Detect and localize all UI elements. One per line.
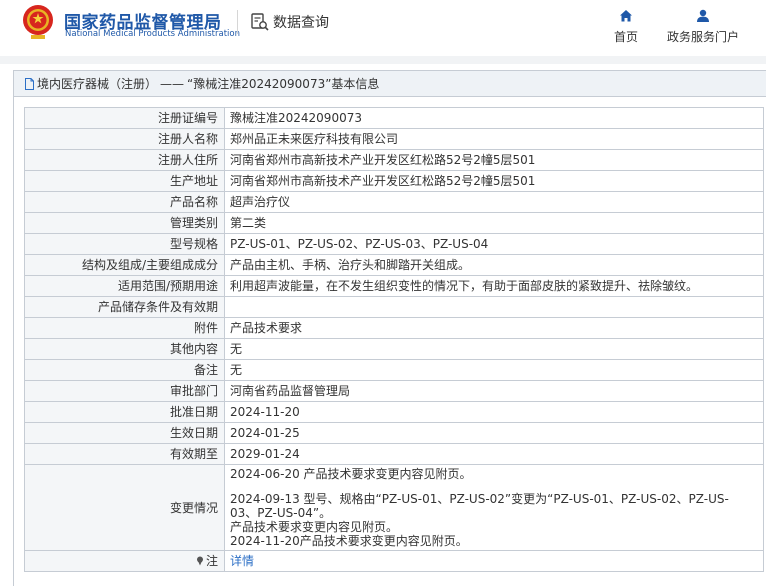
row-label: 变更情况	[24, 464, 225, 551]
row-value: 河南省郑州市高新技术产业开发区红松路52号2幢5层501	[224, 149, 764, 171]
row-label: 注册人住所	[24, 149, 225, 171]
nav-home-label: 首页	[614, 30, 639, 44]
site-header: 国家药品监督管理局 National Medical Products Admi…	[0, 0, 766, 56]
table-row: 有效期至 2029-01-24	[24, 443, 764, 465]
row-value: 产品由主机、手柄、治疗头和脚踏开关组成。	[224, 254, 764, 276]
table-row: 产品储存条件及有效期	[24, 296, 764, 318]
row-value: 2024-11-20	[224, 401, 764, 423]
row-label: 生效日期	[24, 422, 225, 444]
table-row: 结构及组成/主要组成成分 产品由主机、手柄、治疗头和脚踏开关组成。	[24, 254, 764, 276]
table-row: 其他内容无	[24, 338, 764, 360]
nav-service-portal-label: 政务服务门户	[667, 30, 740, 44]
national-emblem-icon	[23, 5, 53, 39]
row-value: 产品技术要求	[224, 317, 764, 339]
data-search-icon	[251, 13, 269, 31]
row-value: PZ-US-01、PZ-US-02、PZ-US-03、PZ-US-04	[224, 233, 764, 255]
nav-home[interactable]: 首页	[614, 8, 638, 45]
change-line-3: 产品技术要求变更内容见附页。	[230, 520, 399, 534]
row-label: 型号规格	[24, 233, 225, 255]
row-value: 河南省郑州市高新技术产业开发区红松路52号2幢5层501	[224, 170, 764, 192]
row-value: 郑州品正未来医疗科技有限公司	[224, 128, 764, 150]
row-label: 备注	[24, 359, 225, 381]
table-row: 注册人名称 郑州品正未来医疗科技有限公司	[24, 128, 764, 150]
row-value: 2029-01-24	[224, 443, 764, 465]
table-row: 管理类别 第二类	[24, 212, 764, 234]
row-label: 管理类别	[24, 212, 225, 234]
row-value: 无	[224, 359, 764, 381]
pin-icon	[196, 556, 203, 566]
change-gap	[230, 481, 755, 492]
table-row: 审批部门 河南省药品监督管理局	[24, 380, 764, 402]
header-band	[0, 56, 766, 64]
note-label-cell: 注	[24, 550, 225, 572]
row-value: 河南省药品监督管理局	[224, 380, 764, 402]
row-value: 第二类	[224, 212, 764, 234]
table-row: 生产地址 河南省郑州市高新技术产业开发区红松路52号2幢5层501	[24, 170, 764, 192]
row-value: 2024-01-25	[224, 422, 764, 444]
row-value	[224, 296, 764, 318]
row-label: 注册证编号	[24, 107, 225, 129]
table-row: 注册证编号 豫械注准20242090073	[24, 107, 764, 129]
registration-info-table: 注册证编号 豫械注准20242090073 注册人名称 郑州品正未来医疗科技有限公司注…	[24, 107, 764, 572]
row-label: 生产地址	[24, 170, 225, 192]
table-row: 注册人住所 河南省郑州市高新技术产业开发区红松路52号2幢5层501	[24, 149, 764, 171]
row-label: 注册人名称	[24, 128, 225, 150]
table-row: 附件 产品技术要求	[24, 317, 764, 339]
table-row: 备注无	[24, 359, 764, 381]
user-icon	[697, 9, 709, 22]
table-row: 型号规格 PZ-US-01、PZ-US-02、PZ-US-03、PZ-US-04	[24, 233, 764, 255]
table-row-note: 注 详情	[24, 550, 764, 572]
row-label: 产品储存条件及有效期	[24, 296, 225, 318]
row-value: 豫械注准20242090073	[224, 107, 764, 129]
table-row: 批准日期 2024-11-20	[24, 401, 764, 423]
table-row: 产品名称 超声治疗仪	[24, 191, 764, 213]
row-label: 适用范围/预期用途	[24, 275, 225, 297]
panel-title-text: “豫械注准20242090073”基本信息	[187, 77, 380, 91]
breadcrumb-dash: ——	[160, 76, 185, 91]
change-line-4: 2024-11-20产品技术要求变更内容见附页。	[230, 534, 468, 548]
table-row-changes: 变更情况 2024-06-20 产品技术要求变更内容见附页。 2024-09-1…	[24, 464, 764, 551]
row-value: 无	[224, 338, 764, 360]
details-link[interactable]: 详情	[230, 554, 254, 568]
document-icon	[25, 77, 34, 90]
breadcrumb-category-link[interactable]: 境内医疗器械（注册）	[37, 75, 157, 92]
row-label: 其他内容	[24, 338, 225, 360]
row-label: 结构及组成/主要组成成分	[24, 254, 225, 276]
logo-title-en[interactable]: National Medical Products Administration	[65, 29, 240, 39]
note-value: 详情	[224, 550, 764, 572]
change-line-1: 2024-06-20 产品技术要求变更内容见附页。	[230, 467, 472, 481]
changes-value: 2024-06-20 产品技术要求变更内容见附页。 2024-09-13 型号、…	[224, 464, 764, 551]
detail-panel: 境内医疗器械（注册） —— “豫械注准20242090073”基本信息 注册证编…	[13, 70, 766, 586]
table-row: 生效日期 2024-01-25	[24, 422, 764, 444]
row-label: 产品名称	[24, 191, 225, 213]
panel-title-bar: 境内医疗器械（注册） —— “豫械注准20242090073”基本信息	[14, 71, 766, 97]
change-line-2: 2024-09-13 型号、规格由“PZ-US-01、PZ-US-02”变更为“…	[230, 492, 729, 520]
row-label: 审批部门	[24, 380, 225, 402]
home-icon	[620, 10, 632, 22]
row-label: 附件	[24, 317, 225, 339]
data-query-link[interactable]: 数据查询	[250, 10, 329, 34]
data-query-label: 数据查询	[273, 15, 329, 31]
row-value: 利用超声波能量，在不发生组织变性的情况下，有助于面部皮肤的紧致提升、祛除皱纹。	[224, 275, 764, 297]
row-label: 有效期至	[24, 443, 225, 465]
row-label: 批准日期	[24, 401, 225, 423]
header-divider	[237, 10, 238, 34]
table-row: 适用范围/预期用途 利用超声波能量，在不发生组织变性的情况下，有助于面部皮肤的紧致…	[24, 275, 764, 297]
nav-service-portal[interactable]: 政务服务门户	[667, 8, 739, 45]
row-value: 超声治疗仪	[224, 191, 764, 213]
note-label: 注	[205, 554, 218, 568]
